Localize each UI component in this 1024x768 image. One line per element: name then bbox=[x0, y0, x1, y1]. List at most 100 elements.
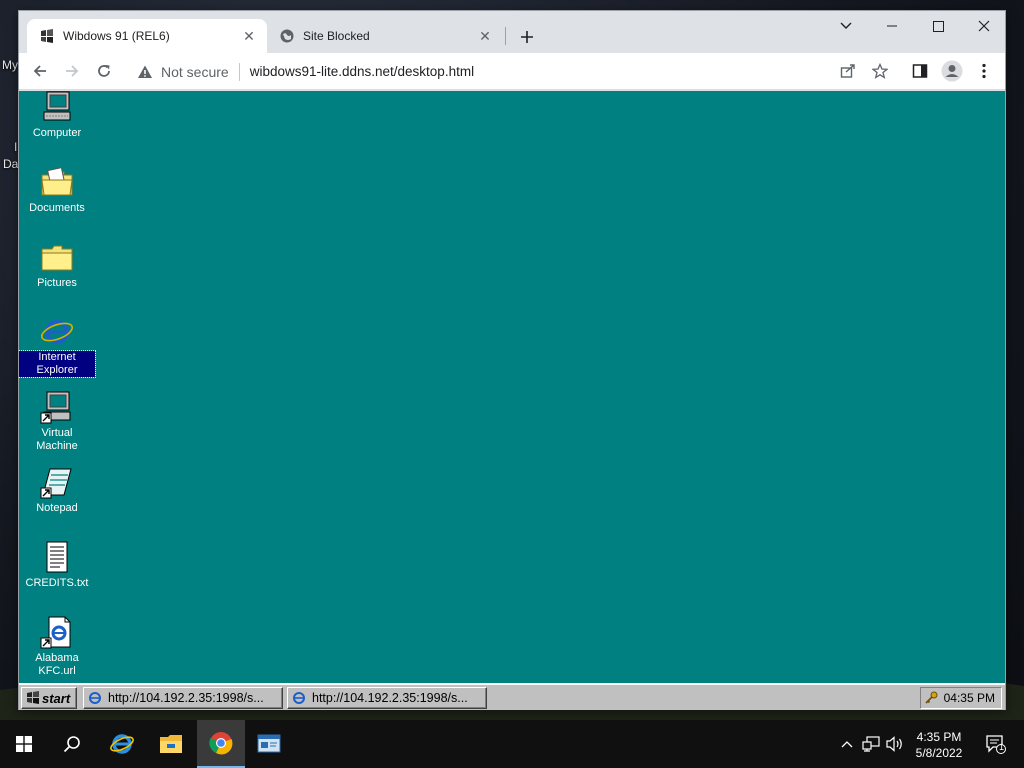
internet-explorer-icon bbox=[40, 320, 74, 344]
share-button[interactable] bbox=[834, 57, 862, 85]
virtual-machine-icon bbox=[40, 391, 71, 424]
notification-count: 1 bbox=[999, 742, 1005, 752]
host-desktop-label[interactable]: My bbox=[2, 58, 18, 72]
desktop-icon-internet-explorer[interactable]: Internet Explorer bbox=[19, 315, 96, 378]
desktop-icon-computer[interactable]: Computer bbox=[19, 91, 95, 140]
taskbar-window-label: http://104.192.2.35:1998/s... bbox=[108, 691, 264, 705]
bookmark-button[interactable] bbox=[866, 57, 894, 85]
close-tab-icon[interactable]: ✕ bbox=[477, 28, 493, 44]
windows-start-button[interactable] bbox=[0, 720, 48, 768]
back-arrow-icon bbox=[33, 65, 46, 77]
omnibox-divider bbox=[238, 62, 240, 81]
desktop-icon-label: CREDITS.txt bbox=[25, 577, 89, 589]
chevron-up-icon bbox=[841, 741, 853, 748]
start-label: start bbox=[42, 690, 71, 706]
desktop-icon-label: Internet Explorer bbox=[19, 350, 96, 378]
taskbar-window-button[interactable]: http://104.192.2.35:1998/s... bbox=[83, 687, 283, 709]
minimize-icon bbox=[887, 25, 897, 27]
network-status-button[interactable] bbox=[860, 720, 882, 768]
desktop-icon-label: Documents bbox=[29, 202, 85, 214]
reload-button[interactable] bbox=[90, 57, 118, 85]
close-tab-icon[interactable]: ✕ bbox=[241, 28, 257, 44]
close-window-button[interactable] bbox=[961, 11, 1007, 41]
desktop-icon-credits[interactable]: CREDITS.txt bbox=[19, 541, 95, 590]
network-icon bbox=[862, 736, 880, 752]
url-shortcut-icon bbox=[40, 616, 71, 649]
desktop-icon-label: Virtual Machine bbox=[36, 427, 78, 452]
globe-icon bbox=[279, 28, 295, 44]
taskbar-file-explorer[interactable] bbox=[147, 720, 195, 768]
url-text[interactable]: wibdows91-lite.ddns.net/desktop.html bbox=[250, 64, 474, 79]
minimize-button[interactable] bbox=[869, 11, 915, 41]
security-indicator[interactable]: Not secure bbox=[127, 64, 229, 80]
retro-taskbar: start http://104.192.2.35:1998/s... http… bbox=[19, 683, 1005, 710]
kebab-menu-icon bbox=[982, 63, 986, 79]
desktop-icon-label: Alabama KFC.url bbox=[35, 652, 79, 677]
maximize-icon bbox=[932, 20, 944, 32]
plus-icon bbox=[521, 31, 533, 43]
notepad-icon bbox=[40, 468, 72, 499]
volume-button[interactable] bbox=[884, 720, 906, 768]
browser-toolbar: Not secure wibdows91-lite.ddns.net/deskt… bbox=[19, 53, 1005, 90]
star-icon bbox=[872, 63, 888, 79]
tab-site-blocked[interactable]: Site Blocked ✕ bbox=[267, 19, 503, 53]
taskbar-window-button[interactable]: http://104.192.2.35:1998/s... bbox=[287, 687, 487, 709]
tab-separator bbox=[505, 27, 506, 45]
menu-button[interactable] bbox=[970, 57, 998, 85]
desktop-icon-documents[interactable]: Documents bbox=[19, 166, 95, 215]
internet-explorer-icon bbox=[89, 692, 101, 704]
back-button[interactable] bbox=[26, 57, 54, 85]
start-button[interactable]: start bbox=[21, 687, 77, 709]
forward-button[interactable] bbox=[58, 57, 86, 85]
tab-title: Wibdows 91 (REL6) bbox=[63, 29, 170, 43]
address-bar[interactable]: Not secure wibdows91-lite.ddns.net/deskt… bbox=[127, 57, 947, 86]
profile-button[interactable] bbox=[938, 57, 966, 85]
host-desktop-label[interactable]: I bbox=[14, 140, 17, 154]
show-hidden-icons-button[interactable] bbox=[838, 720, 856, 768]
host-clock[interactable]: 4:35 PM 5/8/2022 bbox=[904, 729, 974, 761]
tab-strip: Wibdows 91 (REL6) ✕ Site Blocked ✕ bbox=[19, 11, 1005, 53]
tab-title: Site Blocked bbox=[303, 29, 370, 43]
maximize-button[interactable] bbox=[915, 11, 961, 41]
tab-search-button[interactable] bbox=[823, 11, 869, 41]
chrome-icon bbox=[209, 732, 233, 755]
wibdows-logo-icon bbox=[27, 691, 39, 704]
retro-system-tray: 04:35 PM bbox=[920, 687, 1002, 709]
retro-clock[interactable]: 04:35 PM bbox=[944, 691, 995, 705]
taskbar-network-app[interactable] bbox=[245, 720, 293, 768]
desktop-icon-label: Notepad bbox=[36, 502, 78, 514]
desktop-icon-label: Pictures bbox=[37, 277, 77, 289]
wibdows-favicon-icon bbox=[39, 28, 55, 44]
side-panel-button[interactable] bbox=[906, 57, 934, 85]
internet-explorer-icon bbox=[110, 734, 134, 754]
network-window-icon bbox=[257, 734, 281, 753]
profile-avatar-icon bbox=[941, 60, 963, 82]
taskbar-internet-explorer[interactable] bbox=[98, 720, 146, 768]
search-button[interactable] bbox=[48, 720, 96, 768]
key-icon bbox=[925, 691, 938, 704]
desktop-icon-label: Computer bbox=[32, 127, 82, 139]
forward-arrow-icon bbox=[66, 65, 79, 77]
desktop-icon-pictures[interactable]: Pictures bbox=[19, 241, 95, 290]
desktop-icon-virtual-machine[interactable]: Virtual Machine bbox=[19, 391, 95, 453]
chevron-down-icon bbox=[840, 22, 852, 29]
host-taskbar: 4:35 PM 5/8/2022 1 bbox=[0, 720, 1024, 768]
speaker-icon bbox=[886, 736, 902, 752]
documents-folder-icon bbox=[41, 167, 73, 196]
side-panel-icon bbox=[912, 64, 928, 78]
retro-desktop[interactable]: Computer Documents Pictures Internet Exp… bbox=[19, 91, 1005, 710]
file-explorer-icon bbox=[160, 735, 182, 753]
computer-icon bbox=[43, 91, 71, 121]
reload-icon bbox=[98, 65, 110, 77]
host-time: 4:35 PM bbox=[916, 730, 962, 744]
host-desktop-label[interactable]: Da bbox=[3, 157, 18, 171]
new-tab-button[interactable] bbox=[515, 25, 539, 49]
action-center-button[interactable]: 1 bbox=[980, 720, 1012, 768]
tab-wibdows[interactable]: Wibdows 91 (REL6) ✕ bbox=[27, 19, 267, 53]
desktop-icon-alabama-kfc[interactable]: Alabama KFC.url bbox=[19, 616, 95, 678]
taskbar-chrome[interactable] bbox=[197, 720, 245, 768]
windows-logo-icon bbox=[16, 736, 32, 752]
desktop-icon-notepad[interactable]: Notepad bbox=[19, 466, 95, 515]
search-icon bbox=[63, 736, 80, 753]
pictures-folder-icon bbox=[41, 245, 73, 271]
